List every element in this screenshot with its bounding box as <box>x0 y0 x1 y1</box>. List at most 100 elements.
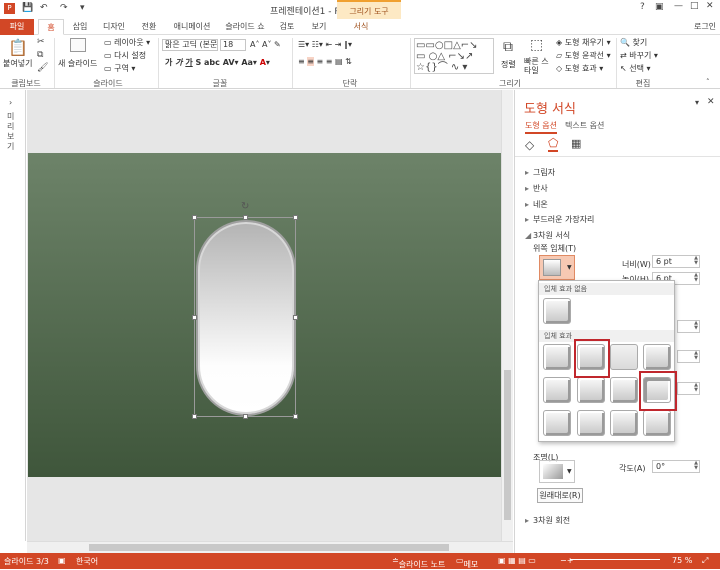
resize-handle[interactable] <box>293 315 298 320</box>
tab-transitions[interactable]: 전환 <box>134 19 164 35</box>
section-button[interactable]: ▭ 구역 ▾ <box>104 63 135 74</box>
arrange-icon[interactable]: ⧉ <box>503 39 513 55</box>
section-shadow[interactable]: ▸ 그림자 <box>525 167 555 178</box>
pane-close-icon[interactable]: ✕ <box>707 97 715 107</box>
spinner-hidden-1[interactable]: ▲ ▼ <box>677 320 700 333</box>
lighting-dropdown[interactable]: ▼ <box>539 460 575 483</box>
notes-button[interactable]: ≐ 슬라이드 노트 <box>392 556 445 569</box>
top-bevel-dropdown[interactable]: ▼ <box>539 255 575 280</box>
font-style-buttons[interactable]: 가 가 가 S abc AV▾ Aa▾ A▾ <box>165 57 270 68</box>
new-slide-button[interactable]: 새 슬라이드 <box>58 58 97 69</box>
rounded-rectangle-shape[interactable] <box>196 220 296 416</box>
replace-button[interactable]: ⇄ 바꾸기 ▾ <box>620 50 658 61</box>
tab-home[interactable]: 홈 <box>38 19 64 35</box>
bevel-option[interactable] <box>543 410 571 436</box>
resize-handle[interactable] <box>192 215 197 220</box>
zoom-slider[interactable]: − + <box>560 556 660 565</box>
view-buttons[interactable]: ▣ ▦ ▤ ▭ <box>498 556 536 565</box>
maximize-icon[interactable]: □ <box>690 1 699 11</box>
tab-design[interactable]: 디자인 <box>98 19 130 35</box>
section-3d-format[interactable]: ◢ 3차원 서식 <box>525 230 570 241</box>
select-button[interactable]: ↖ 선택 ▾ <box>620 63 651 74</box>
bevel-option[interactable] <box>543 377 571 403</box>
paste-button[interactable]: 붙여넣기 <box>3 58 32 69</box>
tab-animations[interactable]: 애니메이션 <box>168 19 216 35</box>
bevel-option[interactable] <box>577 410 605 436</box>
section-3d-rotation[interactable]: ▸ 3차원 회전 <box>525 515 570 526</box>
tab-slideshow[interactable]: 슬라이드 쇼 <box>220 19 270 35</box>
vertical-scrollbar[interactable] <box>501 90 513 541</box>
cut-icon[interactable]: ✂ <box>37 37 45 47</box>
account-sign-in[interactable]: 로그인 <box>690 19 720 35</box>
customize-qat-icon[interactable]: ▾ <box>80 3 85 13</box>
tab-view[interactable]: 보기 <box>306 19 332 35</box>
reset-button[interactable]: 원래대로(R) <box>537 488 583 503</box>
align-buttons[interactable]: ≡ ≡ ≡ ≡ ▤ ⇅ <box>298 57 352 66</box>
tab-file[interactable]: 파일 <box>0 19 34 35</box>
paste-icon[interactable]: 📋 <box>8 38 28 57</box>
new-slide-icon[interactable] <box>70 38 86 52</box>
list-buttons[interactable]: ☰▾ ☷▾ ⇤ ⇥ ‖▾ <box>298 40 352 49</box>
rotate-handle-icon[interactable]: ↻ <box>241 201 249 212</box>
format-painter-icon[interactable]: 🖌 <box>37 63 48 73</box>
quick-styles-button[interactable]: 빠른 스타일 <box>524 57 550 75</box>
fill-line-icon[interactable]: ◇ <box>525 138 534 152</box>
section-reflection[interactable]: ▸ 반사 <box>525 183 548 194</box>
pane-options-icon[interactable]: ▾ <box>695 98 699 107</box>
bevel-option[interactable] <box>643 344 671 370</box>
width-spinner[interactable]: 6 pt ▲ ▼ <box>652 255 700 268</box>
bevel-option[interactable] <box>577 377 605 403</box>
expand-pane-icon[interactable]: › <box>9 98 12 107</box>
tab-shape-options[interactable]: 도형 옵션 <box>525 120 557 134</box>
bevel-option[interactable] <box>610 344 638 370</box>
layout-button[interactable]: ▭ 레이아웃 ▾ <box>104 37 150 48</box>
font-size-grow-shrink[interactable]: A˄ A˅ ✎ <box>250 40 281 49</box>
resize-handle[interactable] <box>293 215 298 220</box>
resize-handle[interactable] <box>192 414 197 419</box>
collapse-ribbon-icon[interactable]: ˄ <box>706 78 710 86</box>
shape-outline-button[interactable]: ▱ 도형 윤곽선 ▾ <box>556 50 611 61</box>
redo-icon[interactable]: ↷ <box>60 3 68 13</box>
vertical-scroll-thumb[interactable] <box>504 370 511 520</box>
fit-slide-icon[interactable]: ⤢ <box>702 556 708 566</box>
help-icon[interactable]: ? <box>640 2 645 12</box>
undo-icon[interactable]: ↶ <box>40 3 48 13</box>
horizontal-scroll-thumb[interactable] <box>89 544 449 551</box>
tab-text-options[interactable]: 텍스트 옵션 <box>565 120 604 131</box>
find-button[interactable]: 🔍 찾기 <box>620 37 647 48</box>
effects-icon[interactable]: ⬠ <box>548 136 559 152</box>
bevel-option[interactable] <box>643 410 671 436</box>
tab-review[interactable]: 검토 <box>274 19 300 35</box>
ribbon-options-icon[interactable]: ▣ <box>655 2 664 12</box>
horizontal-scrollbar[interactable] <box>27 541 513 553</box>
resize-handle[interactable] <box>243 215 248 220</box>
minimize-icon[interactable]: — <box>674 1 683 11</box>
collapsed-thumbnail-pane[interactable]: › 미리보기 <box>0 90 26 541</box>
spinner-hidden-2[interactable]: ▲ ▼ <box>677 350 700 363</box>
bevel-option[interactable] <box>610 377 638 403</box>
zoom-level[interactable]: 75 % <box>672 556 692 565</box>
save-icon[interactable]: 💾 <box>22 3 33 13</box>
shape-fill-button[interactable]: ◈ 도형 채우기 ▾ <box>556 37 611 48</box>
size-properties-icon[interactable]: ▦ <box>571 137 581 150</box>
tab-format[interactable]: 서식 <box>346 19 376 35</box>
spinner-hidden-3[interactable]: ▲ ▼ <box>677 382 700 395</box>
tab-insert[interactable]: 삽입 <box>66 19 94 35</box>
section-soft-edges[interactable]: ▸ 부드러운 가장자리 <box>525 214 594 225</box>
bevel-option[interactable] <box>610 410 638 436</box>
font-size-combo[interactable]: 18 <box>220 39 246 51</box>
reset-button[interactable]: ▭ 다시 설정 <box>104 50 146 61</box>
shapes-gallery[interactable]: ▭▭○□△⌐↘ ▭ ○△ ⌐↘↗ ☆{}⌒ ∿ ▾ <box>414 38 494 74</box>
copy-icon[interactable]: ⧉ <box>37 50 43 60</box>
close-icon[interactable]: ✕ <box>706 1 714 11</box>
quick-styles-icon[interactable]: ⬚ <box>530 37 543 53</box>
shape-effects-button[interactable]: ◇ 도형 효과 ▾ <box>556 63 603 74</box>
spell-check-icon[interactable]: ▣ <box>58 556 66 565</box>
bevel-none-option[interactable] <box>543 298 571 324</box>
arrange-button[interactable]: 정렬 <box>501 59 516 70</box>
comments-button[interactable]: ▭ 메모 <box>456 556 478 569</box>
resize-handle[interactable] <box>192 315 197 320</box>
resize-handle[interactable] <box>243 414 248 419</box>
section-glow[interactable]: ▸ 네온 <box>525 199 548 210</box>
angle-spinner[interactable]: 0° ▲ ▼ <box>652 460 700 473</box>
